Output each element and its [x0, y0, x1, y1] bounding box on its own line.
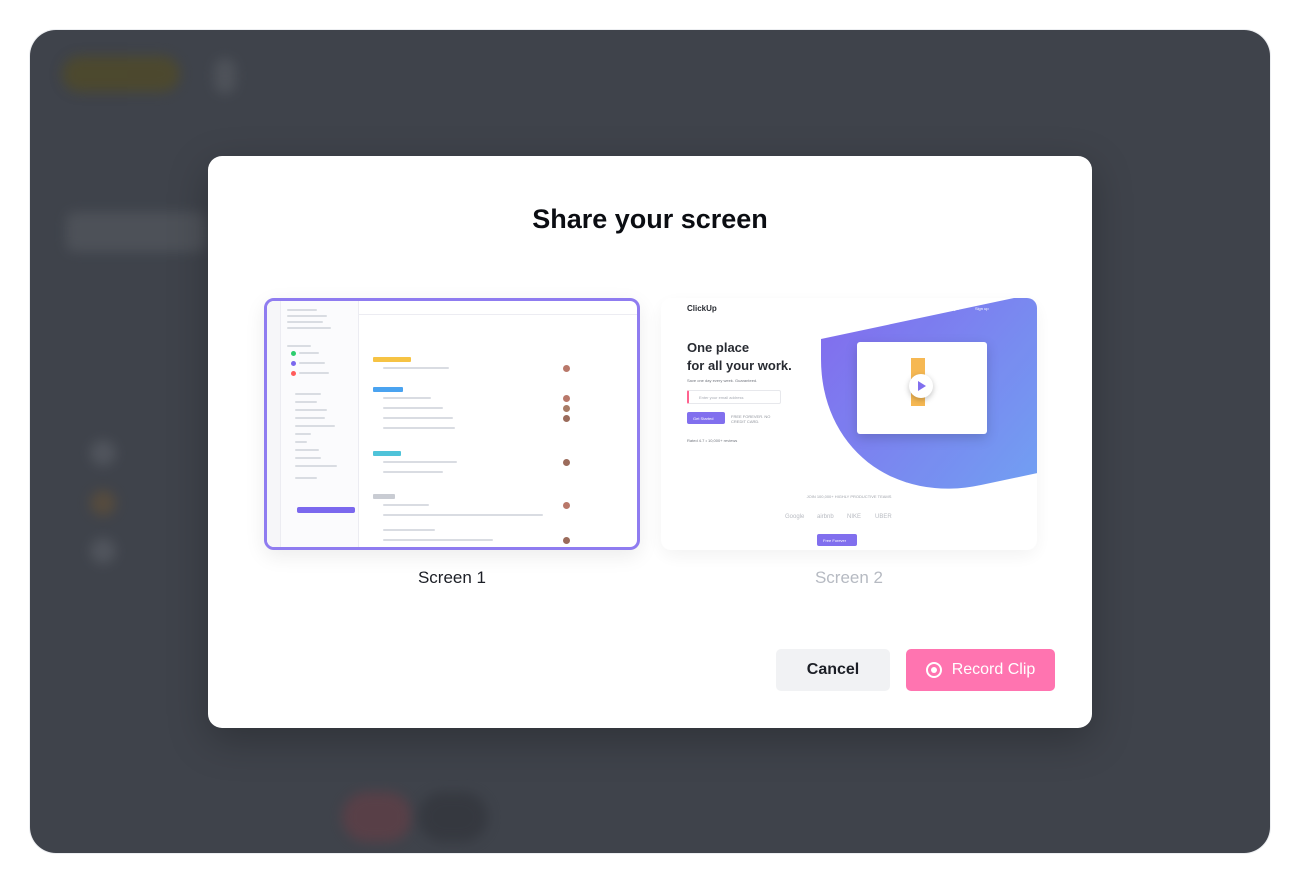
screen-option-1[interactable]: Screen 1 — [264, 298, 640, 588]
screen-2-headline-2: for all your work. — [687, 358, 792, 373]
screen-1-sidebar — [267, 301, 281, 547]
screen-2-headline: One place — [687, 340, 750, 355]
nav-line — [295, 433, 311, 435]
screen-option-2[interactable]: ClickUp Product Learn Pricing Contact Sa… — [661, 298, 1037, 588]
play-triangle — [918, 381, 926, 391]
screen-2-brand-google: Google — [785, 514, 805, 520]
nav-marketing-dot — [291, 371, 296, 376]
screen-2-cta-label: Get Started — [693, 416, 714, 421]
screen-1-assignee — [563, 365, 570, 372]
nav-line — [299, 362, 325, 364]
screen-1-active-item — [297, 507, 355, 513]
screen-2-rating: Rated 4.7 • 10,000+ reviews — [687, 438, 738, 443]
share-screen-dialog: Share your screen Screen 1 ClickUp Produ… — [208, 156, 1092, 728]
background-record-button — [342, 792, 412, 842]
screen-2-free-note: FREE FOREVER. NO CREDIT CARD. — [731, 414, 771, 424]
nav-line — [287, 327, 331, 329]
nav-line — [295, 477, 317, 479]
screen-1-group-done — [373, 494, 395, 499]
screen-2-thumbnail[interactable]: ClickUp Product Learn Pricing Contact Sa… — [661, 298, 1037, 550]
screen-2-nav-signup: Sign up — [975, 306, 989, 311]
dialog-title: Share your screen — [532, 204, 768, 234]
record-clip-button[interactable]: Record Clip — [906, 649, 1055, 691]
nav-line — [287, 315, 327, 317]
screen-1-group-review — [373, 451, 401, 456]
screen-2-nav-pricing: Pricing — [873, 306, 886, 311]
background-row-2 — [90, 490, 116, 516]
task-row — [383, 461, 457, 463]
nav-line — [295, 393, 321, 395]
screen-1-group-todo — [373, 357, 411, 362]
cancel-button[interactable]: Cancel — [776, 649, 890, 691]
screen-2-nav-learn: Learn — [851, 306, 862, 311]
nav-sales-dot — [291, 351, 296, 356]
screen-1-assignee — [563, 415, 570, 422]
task-row — [383, 397, 431, 399]
screen-2-play-icon — [909, 374, 933, 398]
cancel-button-label: Cancel — [806, 661, 860, 678]
screen-1-thumbnail[interactable] — [264, 298, 640, 550]
screen-2-subtitle: Save one day every week. Guaranteed. — [687, 378, 758, 383]
task-row — [383, 417, 453, 419]
background-row-1 — [90, 440, 116, 466]
task-row — [383, 504, 429, 506]
nav-line — [299, 372, 329, 374]
task-row — [383, 427, 455, 429]
nav-line — [287, 345, 311, 347]
screen-1-toolbar — [359, 301, 637, 315]
background-stop-button — [418, 792, 488, 842]
nav-line — [287, 309, 317, 311]
screen-1-assignee — [563, 502, 570, 509]
screen-1-assignee — [563, 405, 570, 412]
screen-2-nav-login: Login — [949, 306, 959, 311]
background-row-3 — [90, 538, 116, 564]
record-clip-label: Record Clip — [951, 661, 1036, 678]
nav-line — [295, 449, 319, 451]
nav-line — [299, 352, 319, 354]
task-row — [383, 539, 493, 541]
screen-1-assignee — [563, 395, 570, 402]
nav-line — [295, 417, 325, 419]
nav-line — [295, 425, 335, 427]
background-title — [66, 212, 206, 252]
nav-line — [295, 465, 337, 467]
screen-1-nav-panel — [281, 301, 359, 547]
nav-clickops-dot — [291, 361, 296, 366]
screen-1-assignee — [563, 459, 570, 466]
task-row — [383, 529, 435, 531]
screen-1-group-progress — [373, 387, 403, 392]
background-logo-bar — [62, 56, 180, 92]
task-row — [383, 514, 543, 516]
task-row — [383, 367, 449, 369]
task-row — [383, 471, 443, 473]
screen-1-assignee — [563, 537, 570, 544]
nav-line — [295, 457, 321, 459]
screen-2-join-text: JOIN 100,000+ HIGHLY PRODUCTIVE TEAMS — [806, 494, 892, 499]
screen-2-brand-nike: NIKE — [847, 514, 862, 520]
nav-line — [287, 321, 323, 323]
nav-line — [295, 409, 327, 411]
screen-2-brand-uber: UBER — [875, 514, 892, 520]
screen-1-label: Screen 1 — [417, 568, 487, 587]
screen-2-email-placeholder: Enter your email address — [699, 395, 744, 400]
background-avatar — [214, 58, 236, 94]
nav-line — [295, 441, 307, 443]
screen-2-nav-product: Product — [825, 306, 839, 311]
screen-2-logo: ClickUp — [687, 304, 717, 313]
record-icon — [925, 662, 942, 678]
screen-2-free-label: Free Forever — [823, 538, 847, 543]
screen-2-label: Screen 2 — [814, 568, 884, 587]
screen-2-brand-airbnb: airbnb — [817, 514, 834, 520]
screen-2-nav-sales: Contact Sales — [897, 306, 922, 311]
task-row — [383, 407, 443, 409]
nav-line — [295, 401, 317, 403]
